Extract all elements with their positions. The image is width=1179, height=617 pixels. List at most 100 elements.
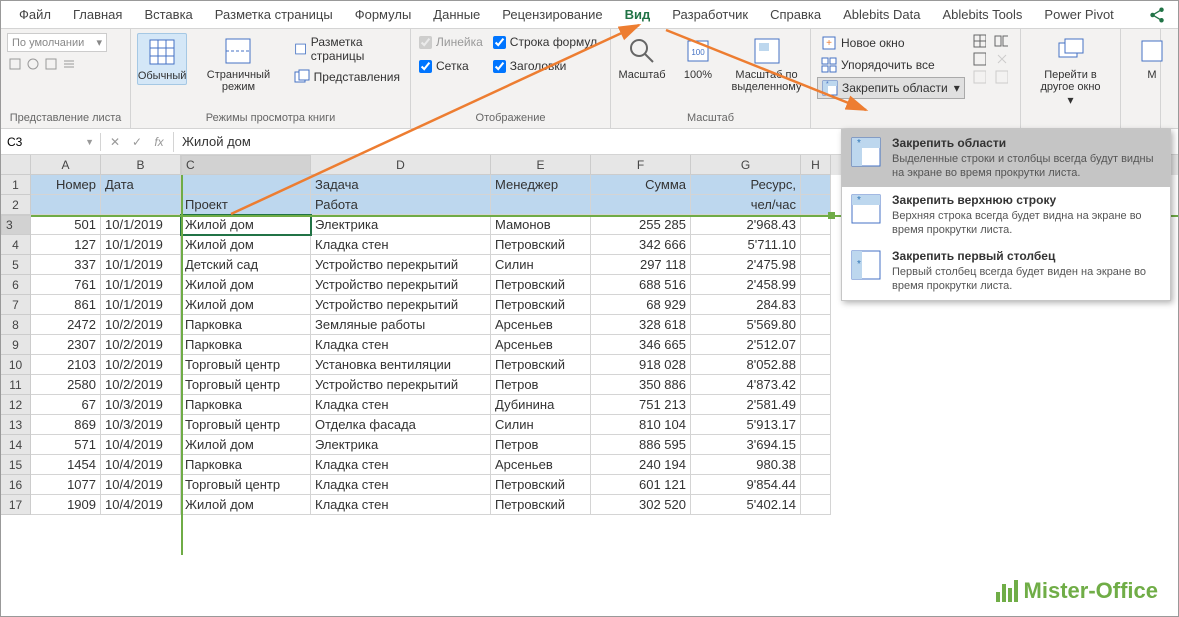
- cell[interactable]: 501: [31, 215, 101, 235]
- tab-view[interactable]: Вид: [615, 3, 661, 26]
- enter-icon[interactable]: ✓: [127, 132, 147, 152]
- cell[interactable]: [801, 315, 831, 335]
- zoom-selection-button[interactable]: Масштаб по выделенному: [729, 33, 804, 95]
- cell[interactable]: [801, 275, 831, 295]
- cell[interactable]: Сумма: [591, 175, 691, 195]
- cell[interactable]: Торговый центр: [181, 475, 311, 495]
- cell[interactable]: 10/1/2019: [101, 295, 181, 315]
- cell[interactable]: Торговый центр: [181, 375, 311, 395]
- cell[interactable]: Менеджер: [491, 175, 591, 195]
- sheet-view-select[interactable]: По умолчании▾: [7, 33, 107, 52]
- row-header[interactable]: 6: [1, 275, 31, 295]
- exit-icon[interactable]: [25, 56, 41, 72]
- cell[interactable]: 127: [31, 235, 101, 255]
- cell[interactable]: 601 121: [591, 475, 691, 495]
- page-layout-button[interactable]: Разметка страницы: [290, 33, 404, 65]
- cell[interactable]: 3'694.15: [691, 435, 801, 455]
- cell[interactable]: Парковка: [181, 315, 311, 335]
- cell[interactable]: Петровский: [491, 295, 591, 315]
- row-header[interactable]: 5: [1, 255, 31, 275]
- cell[interactable]: Номер: [31, 175, 101, 195]
- cell[interactable]: Ресурс,: [691, 175, 801, 195]
- arrange-all-button[interactable]: Упорядочить все: [817, 55, 965, 75]
- row-header[interactable]: 14: [1, 435, 31, 455]
- row-header[interactable]: 2: [1, 195, 31, 215]
- row-header[interactable]: 13: [1, 415, 31, 435]
- cell[interactable]: 328 618: [591, 315, 691, 335]
- normal-view-button[interactable]: Обычный: [137, 33, 187, 85]
- cell[interactable]: [801, 175, 831, 195]
- cell[interactable]: чел/час: [691, 195, 801, 215]
- cell[interactable]: 68 929: [591, 295, 691, 315]
- cell[interactable]: Кладка стен: [311, 335, 491, 355]
- cell[interactable]: [801, 375, 831, 395]
- sync-scroll-button[interactable]: [993, 51, 1009, 67]
- cell[interactable]: Задача: [311, 175, 491, 195]
- col-header-D[interactable]: D: [311, 155, 491, 175]
- split-button[interactable]: [971, 33, 987, 49]
- cell[interactable]: Петровский: [491, 355, 591, 375]
- tab-review[interactable]: Рецензирование: [492, 3, 612, 26]
- cell[interactable]: Кладка стен: [311, 235, 491, 255]
- cell[interactable]: [591, 195, 691, 215]
- row-header[interactable]: 12: [1, 395, 31, 415]
- cell[interactable]: 810 104: [591, 415, 691, 435]
- row-header[interactable]: 17: [1, 495, 31, 515]
- cell[interactable]: 10/2/2019: [101, 335, 181, 355]
- zoom-button[interactable]: Масштаб: [617, 33, 667, 83]
- new-window-button[interactable]: + Новое окно: [817, 33, 965, 53]
- view-side-button[interactable]: [993, 33, 1009, 49]
- tab-ablebits-tools[interactable]: Ablebits Tools: [932, 3, 1032, 26]
- cell[interactable]: Торговый центр: [181, 355, 311, 375]
- cell[interactable]: 10/2/2019: [101, 375, 181, 395]
- cell[interactable]: Парковка: [181, 395, 311, 415]
- cell[interactable]: [801, 475, 831, 495]
- share-icon[interactable]: [1148, 6, 1166, 24]
- cancel-icon[interactable]: ✕: [105, 132, 125, 152]
- cell[interactable]: 10/4/2019: [101, 435, 181, 455]
- headings-checkbox[interactable]: Заголовки: [491, 57, 599, 75]
- cell[interactable]: [801, 295, 831, 315]
- freeze-first-col-item[interactable]: * Закрепить первый столбецПервый столбец…: [842, 243, 1170, 300]
- col-header-C[interactable]: C: [181, 155, 311, 175]
- col-header-B[interactable]: B: [101, 155, 181, 175]
- row-header[interactable]: 7: [1, 295, 31, 315]
- cell[interactable]: 2'968.43: [691, 215, 801, 235]
- cell[interactable]: 8'052.88: [691, 355, 801, 375]
- cell[interactable]: 346 665: [591, 335, 691, 355]
- cell[interactable]: 869: [31, 415, 101, 435]
- cell[interactable]: [101, 195, 181, 215]
- cell[interactable]: Дубинина: [491, 395, 591, 415]
- tab-help[interactable]: Справка: [760, 3, 831, 26]
- cell[interactable]: Установка вентиляции: [311, 355, 491, 375]
- cell[interactable]: Электрика: [311, 435, 491, 455]
- tab-home[interactable]: Главная: [63, 3, 132, 26]
- tab-ablebits-data[interactable]: Ablebits Data: [833, 3, 930, 26]
- cell[interactable]: 918 028: [591, 355, 691, 375]
- cell[interactable]: Петровский: [491, 495, 591, 515]
- cell[interactable]: Работа: [311, 195, 491, 215]
- col-header-E[interactable]: E: [491, 155, 591, 175]
- cell[interactable]: 255 285: [591, 215, 691, 235]
- cell[interactable]: Земляные работы: [311, 315, 491, 335]
- row-header[interactable]: 4: [1, 235, 31, 255]
- tab-insert[interactable]: Вставка: [134, 3, 202, 26]
- cell[interactable]: Арсеньев: [491, 335, 591, 355]
- fx-icon[interactable]: fx: [149, 132, 169, 152]
- cell[interactable]: [801, 455, 831, 475]
- cell[interactable]: [801, 355, 831, 375]
- cell[interactable]: Устройство перекрытий: [311, 295, 491, 315]
- cell[interactable]: Проект: [181, 195, 311, 215]
- cell[interactable]: 10/1/2019: [101, 255, 181, 275]
- cell[interactable]: Мамонов: [491, 215, 591, 235]
- cell[interactable]: 67: [31, 395, 101, 415]
- cell[interactable]: 10/2/2019: [101, 315, 181, 335]
- cell[interactable]: 10/2/2019: [101, 355, 181, 375]
- col-header-F[interactable]: F: [591, 155, 691, 175]
- tab-page-layout[interactable]: Разметка страницы: [205, 3, 343, 26]
- freeze-top-row-item[interactable]: * Закрепить верхнюю строкуВерхняя строка…: [842, 187, 1170, 244]
- cell[interactable]: 761: [31, 275, 101, 295]
- cell[interactable]: 350 886: [591, 375, 691, 395]
- cell[interactable]: [801, 395, 831, 415]
- cell[interactable]: 342 666: [591, 235, 691, 255]
